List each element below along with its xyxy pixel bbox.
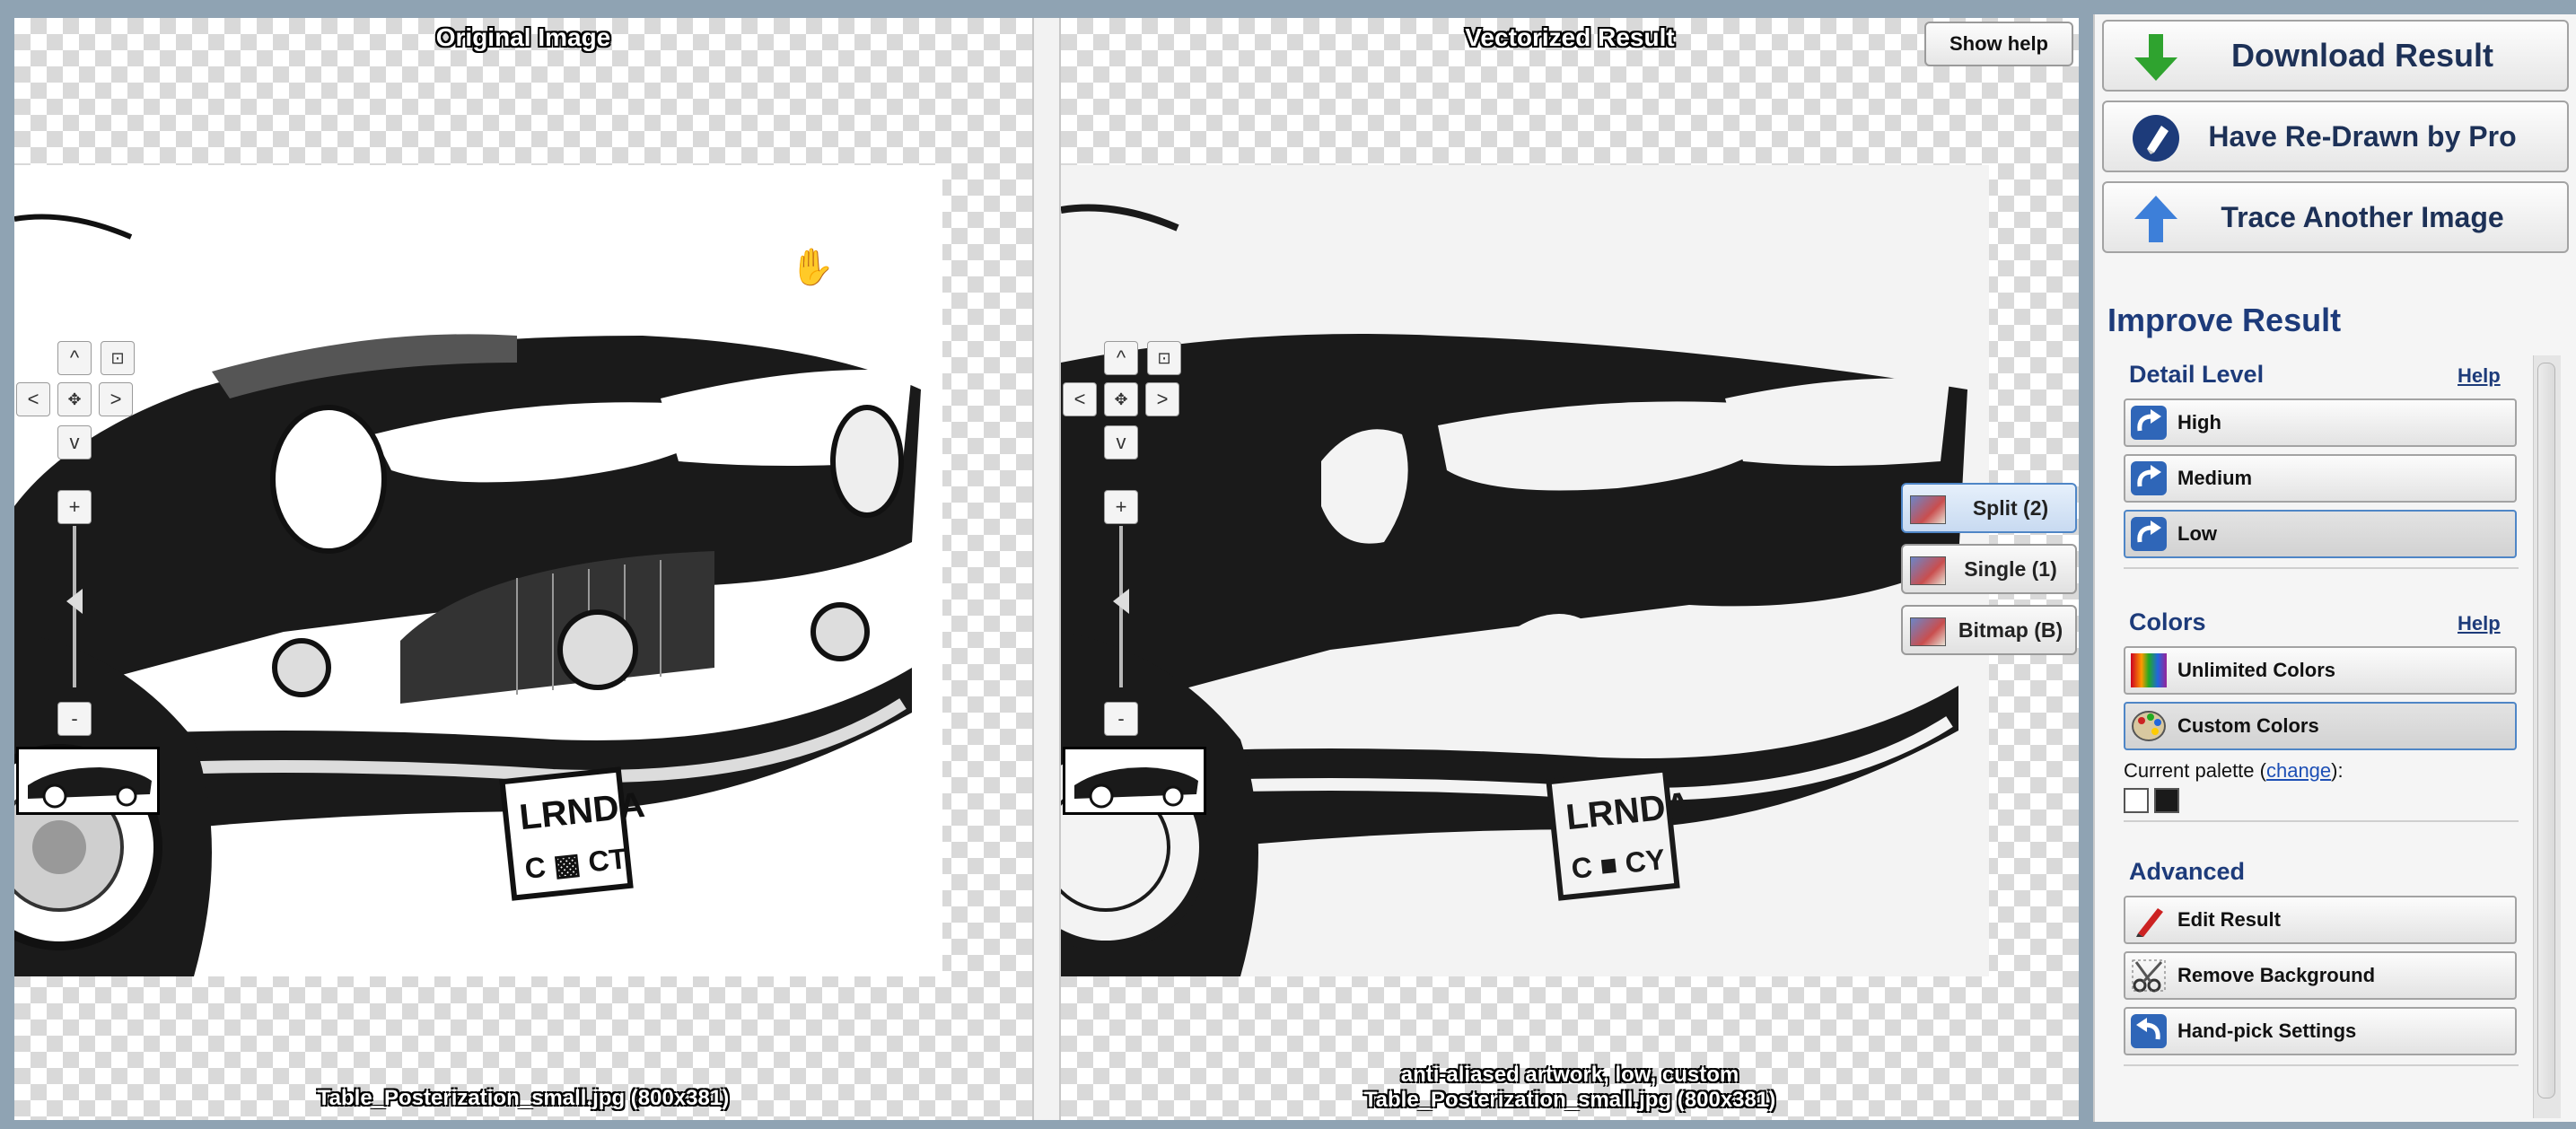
- scissors-icon: [2132, 959, 2166, 993]
- bitmap-view-label: Bitmap (B): [1958, 618, 2063, 642]
- redo-arrow-icon: [2131, 517, 2167, 551]
- pencil-icon: [2136, 908, 2163, 937]
- original-image-caption: Table_Posterization_small.jpg (800x381): [317, 1086, 730, 1110]
- have-redrawn-button[interactable]: Have Re-Drawn by Pro: [2102, 101, 2569, 172]
- single-view-icon: [1910, 556, 1946, 585]
- color-spectrum-icon: [2131, 653, 2167, 687]
- split-view-button[interactable]: Split (2): [1901, 483, 2077, 533]
- vectorized-image: LRNDA C ■ CY: [1061, 165, 1989, 976]
- show-help-button[interactable]: Show help: [1924, 22, 2073, 66]
- remove-background-button[interactable]: Remove Background: [2124, 951, 2517, 1000]
- overview-thumbnail-right[interactable]: [1063, 747, 1206, 815]
- edit-result-label: Edit Result: [2177, 908, 2281, 931]
- advanced-heading: Advanced: [2129, 858, 2246, 885]
- have-redrawn-label: Have Re-Drawn by Pro: [2208, 120, 2517, 153]
- sidebar-scrollbar[interactable]: [2533, 355, 2561, 1118]
- zoom-in-button[interactable]: +: [57, 490, 92, 524]
- detail-high-label: High: [2177, 411, 2221, 433]
- detail-level-heading: Detail Level: [2129, 361, 2265, 388]
- overview-thumbnail[interactable]: [16, 747, 160, 815]
- palette-icon: [2132, 711, 2166, 741]
- trace-another-button[interactable]: Trace Another Image: [2102, 181, 2569, 253]
- pan-left-button-right[interactable]: <: [1063, 382, 1097, 416]
- detail-low-button[interactable]: Low: [2124, 510, 2517, 558]
- undo-arrow-icon: [2131, 1014, 2167, 1048]
- pan-down-button[interactable]: v: [57, 425, 92, 459]
- bitmap-view-button[interactable]: Bitmap (B): [1901, 605, 2077, 655]
- section-divider: [2124, 820, 2519, 822]
- download-result-label: Download Result: [2230, 37, 2493, 74]
- detail-level-help-link[interactable]: Help: [2458, 364, 2501, 388]
- pan-right-button[interactable]: >: [99, 382, 133, 416]
- zoom-out-button[interactable]: -: [57, 702, 92, 736]
- palette-prefix: Current palette (: [2124, 759, 2266, 782]
- palette-swatch-black[interactable]: [2154, 788, 2179, 813]
- pan-left-button[interactable]: <: [16, 382, 50, 416]
- palette-swatch-white[interactable]: [2124, 788, 2149, 813]
- pan-up-button-right[interactable]: ^: [1104, 341, 1138, 375]
- center-view-icon[interactable]: ✥: [57, 382, 92, 416]
- colors-help-link[interactable]: Help: [2458, 612, 2501, 635]
- current-palette-text: Current palette (change):: [2124, 759, 2344, 783]
- hand-cursor-icon: ✋: [790, 248, 835, 287]
- detail-high-button[interactable]: High: [2124, 398, 2517, 447]
- section-divider: [2124, 1064, 2519, 1066]
- single-view-label: Single (1): [1964, 557, 2057, 581]
- vectorized-caption-settings: anti-aliased artwork, low, custom: [1400, 1063, 1739, 1087]
- trace-another-label: Trace Another Image: [2221, 201, 2504, 233]
- palette-suffix: ):: [2331, 759, 2344, 782]
- custom-colors-button[interactable]: Custom Colors: [2124, 702, 2517, 750]
- overview-car-icon-right: [1074, 767, 1198, 809]
- original-image-title: Original Image: [435, 23, 611, 51]
- pan-down-button-right[interactable]: v: [1104, 425, 1138, 459]
- zoom-slider-handle-right[interactable]: [1113, 589, 1129, 614]
- original-image-pane[interactable]: Original Image LRNDA C ▩ CT. ^ ⊡ < ✥ > v…: [14, 18, 1032, 1120]
- detail-medium-button[interactable]: Medium: [2124, 454, 2517, 503]
- unlimited-colors-label: Unlimited Colors: [2177, 659, 2336, 681]
- detail-medium-label: Medium: [2177, 467, 2253, 489]
- sidebar-scrollbar-thumb[interactable]: [2537, 363, 2555, 1098]
- colors-heading: Colors: [2129, 608, 2206, 635]
- download-result-button[interactable]: Download Result: [2102, 20, 2569, 92]
- zoom-in-button-right[interactable]: +: [1104, 490, 1138, 524]
- section-divider: [2124, 567, 2519, 569]
- redo-arrow-icon: [2131, 406, 2167, 440]
- vectorized-caption-filename: Table_Posterization_small.jpg (800x381): [1363, 1088, 1776, 1112]
- zoom-out-button-right[interactable]: -: [1104, 702, 1138, 736]
- split-view-label: Split (2): [1972, 496, 2049, 520]
- split-view-icon: [1910, 495, 1946, 524]
- remove-background-label: Remove Background: [2177, 964, 2376, 986]
- edit-result-button[interactable]: Edit Result: [2124, 896, 2517, 944]
- redo-arrow-icon: [2131, 461, 2167, 495]
- unlimited-colors-button[interactable]: Unlimited Colors: [2124, 646, 2517, 695]
- center-view-icon-right[interactable]: ✥: [1104, 382, 1138, 416]
- fit-view-icon-right[interactable]: ⊡: [1147, 341, 1181, 375]
- pan-right-button-right[interactable]: >: [1145, 382, 1179, 416]
- custom-colors-label: Custom Colors: [2177, 714, 2319, 737]
- detail-low-label: Low: [2177, 522, 2217, 545]
- bitmap-view-icon: [1910, 617, 1946, 646]
- sidebar: Download Result Have Re-Drawn by Pro Tra…: [2093, 14, 2576, 1122]
- split-divider[interactable]: [1032, 18, 1061, 1120]
- pan-up-button[interactable]: ^: [57, 341, 92, 375]
- palette-change-link[interactable]: change: [2266, 759, 2331, 782]
- hand-pick-settings-button[interactable]: Hand-pick Settings: [2124, 1007, 2517, 1055]
- single-view-button[interactable]: Single (1): [1901, 544, 2077, 594]
- hand-pick-settings-label: Hand-pick Settings: [2177, 1020, 2357, 1042]
- car-vector-result: LRNDA C ■ CY: [1061, 165, 1989, 976]
- overview-car-icon: [28, 767, 152, 809]
- improve-result-heading: Improve Result: [2107, 302, 2342, 338]
- fit-view-icon[interactable]: ⊡: [101, 341, 135, 375]
- zoom-slider-handle[interactable]: [66, 589, 83, 614]
